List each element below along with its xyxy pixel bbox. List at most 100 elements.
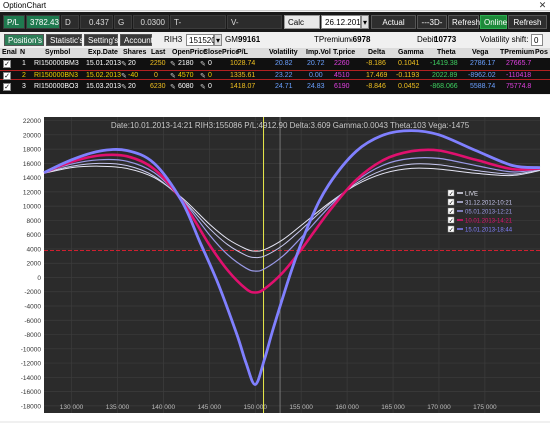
legend-check-icon: ✓ bbox=[449, 201, 454, 207]
actual-price-button[interactable]: Actual Price bbox=[371, 15, 416, 41]
pl-label: P/L bbox=[3, 15, 25, 29]
col-last[interactable]: Last bbox=[151, 49, 165, 56]
edit-icon[interactable]: ✎ bbox=[170, 60, 176, 68]
ticker-price-input[interactable]: 151520 bbox=[186, 34, 216, 46]
tab-account[interactable]: Account bbox=[120, 34, 153, 46]
col-pl[interactable]: P/L bbox=[237, 49, 248, 56]
row-n: 3 bbox=[22, 83, 26, 90]
row-tpremium: -110418 bbox=[506, 72, 532, 79]
col-shares[interactable]: Shares bbox=[123, 49, 146, 56]
calc-date-label: Calc Date: bbox=[284, 15, 320, 41]
row-theta: -1419.38 bbox=[430, 60, 458, 67]
row-last: 6230 bbox=[150, 83, 166, 90]
y-tick-label: 14000 bbox=[23, 175, 41, 182]
col-t-price[interactable]: T.price bbox=[333, 49, 355, 56]
volatility-shift-label: Volatility shift: bbox=[480, 35, 529, 44]
row-tpremium: 75774.8 bbox=[506, 83, 532, 90]
col-n[interactable]: N bbox=[20, 49, 25, 56]
y-tick-label: -8000 bbox=[24, 332, 41, 339]
row-n: 1 bbox=[22, 60, 26, 67]
x-tick-label: 170 000 bbox=[427, 404, 451, 411]
range-button[interactable]: ---3D--- bbox=[417, 15, 447, 41]
col-theta[interactable]: Theta bbox=[437, 49, 456, 56]
calc-date-input[interactable]: 26.12.2012 bbox=[321, 15, 365, 29]
col-symbol[interactable]: Symbol bbox=[45, 49, 70, 56]
row-theta: 2022.89 bbox=[432, 72, 458, 79]
y-tick-label: 2000 bbox=[27, 261, 42, 268]
tpremium-label: TPremium: bbox=[314, 35, 354, 44]
online-toggle[interactable]: Online bbox=[480, 15, 507, 29]
close-icon[interactable]: ✕ bbox=[537, 0, 548, 11]
row-shares: 20 bbox=[128, 60, 136, 67]
row-theta: -868.066 bbox=[430, 83, 458, 90]
window-title: OptionChart bbox=[3, 1, 47, 10]
row-open-price: 6080 bbox=[178, 83, 194, 90]
y-tick-label: 12000 bbox=[23, 189, 41, 196]
debit-value: 10773 bbox=[434, 35, 457, 44]
x-tick-label: 135 000 bbox=[106, 404, 130, 411]
y-tick-label: -4000 bbox=[24, 304, 41, 311]
legend-label: 05.01.2013-12:21 bbox=[465, 210, 513, 216]
edit-icon[interactable]: ✎ bbox=[200, 72, 206, 80]
col-enal[interactable]: Enal bbox=[2, 49, 17, 56]
quotes-toolbar: P/L 3782.43 D 0.437 G 0.0300 T-264.54170… bbox=[0, 12, 550, 41]
row-imp-vol: 20.72 bbox=[307, 60, 325, 67]
row-close-price: 0 bbox=[208, 72, 212, 79]
table-row[interactable]: ✓ 2 RI150000BN3 15.02.2013 ✎ -40 0 ✎ 457… bbox=[0, 70, 550, 80]
tab-settings[interactable]: Setting's bbox=[84, 34, 118, 46]
tab-statistics[interactable]: Statistic's bbox=[46, 34, 84, 46]
legend-check-icon: ✓ bbox=[449, 228, 454, 234]
edit-icon[interactable]: ✎ bbox=[170, 72, 176, 80]
table-row[interactable]: ✓ 1 RI150000BM3 15.01.2013 ✎ 20 2250 ✎ 2… bbox=[0, 59, 550, 69]
col-exp-date[interactable]: Exp.Date bbox=[88, 49, 118, 56]
edit-icon[interactable]: ✎ bbox=[121, 83, 127, 91]
row-last: 2250 bbox=[150, 60, 166, 67]
row-last: 0 bbox=[154, 72, 158, 79]
delta-value: 0.437 bbox=[80, 15, 113, 29]
edit-icon[interactable]: ✎ bbox=[121, 60, 127, 68]
col-gamma[interactable]: Gamma bbox=[398, 49, 424, 56]
col-volatility[interactable]: Volatility bbox=[269, 49, 298, 56]
refresh-iv-button[interactable]: Refresh IV bbox=[508, 15, 547, 41]
col-pos[interactable]: Pos bbox=[535, 49, 548, 56]
refresh-button[interactable]: Refresh bbox=[448, 15, 480, 29]
row-n: 2 bbox=[22, 72, 26, 79]
theta-value: T-264.541705 bbox=[170, 15, 226, 41]
edit-icon[interactable]: ✎ bbox=[200, 83, 206, 91]
row-exp-date: 15.02.2013 bbox=[86, 72, 122, 79]
table-row[interactable]: ✓ 3 RI150000BO3 15.03.2013 ✎ 20 6230 ✎ 6… bbox=[0, 82, 550, 92]
tab-positions[interactable]: Position's bbox=[4, 34, 44, 46]
x-tick-label: 175 000 bbox=[473, 404, 497, 411]
tabs-bar: Position's Statistic's Setting's Account… bbox=[0, 33, 550, 47]
ticker-dropdown-icon[interactable]: ▾ bbox=[214, 34, 222, 46]
payoff-chart-panel: 22000 20000 18000 16000 14000 12000 10000 8000 6… bbox=[0, 95, 550, 421]
legend-check-icon: ✓ bbox=[449, 192, 454, 198]
calc-date-dropdown-icon[interactable]: ▾ bbox=[361, 15, 369, 29]
row-imp-vol: 24.83 bbox=[307, 83, 325, 90]
row-gamma: -0.1193 bbox=[396, 72, 420, 79]
vega-value: V-595.112722 bbox=[227, 15, 282, 41]
col-close-price[interactable]: ClosePrice bbox=[203, 49, 239, 56]
row-enable-checkbox[interactable]: ✓ bbox=[3, 60, 11, 68]
x-tick-label: 130 000 bbox=[60, 404, 84, 411]
legend-check-icon: ✓ bbox=[449, 210, 454, 216]
row-gamma: 0.0452 bbox=[398, 83, 420, 90]
y-tick-label: -2000 bbox=[24, 289, 41, 296]
row-enable-checkbox[interactable]: ✓ bbox=[3, 83, 11, 91]
col-open-price[interactable]: OpenPrice bbox=[172, 49, 207, 56]
row-vega: 2786.17 bbox=[470, 60, 496, 67]
payoff-chart[interactable]: 2200020000180001600014000120001000080006… bbox=[0, 95, 550, 421]
col-delta[interactable]: Delta bbox=[368, 49, 385, 56]
col-vega[interactable]: Vega bbox=[472, 49, 488, 56]
volatility-shift-input[interactable]: 0 bbox=[531, 34, 543, 46]
edit-icon[interactable]: ✎ bbox=[121, 72, 127, 80]
edit-icon[interactable]: ✎ bbox=[170, 83, 176, 91]
col-tpremium[interactable]: TPremium bbox=[500, 49, 534, 56]
col-imp-vol[interactable]: Imp.Vol bbox=[306, 49, 331, 56]
row-volatility: 20.82 bbox=[275, 60, 293, 67]
row-delta: -8.846 bbox=[366, 83, 386, 90]
y-tick-label: 0 bbox=[37, 275, 41, 282]
row-enable-checkbox[interactable]: ✓ bbox=[3, 72, 11, 80]
edit-icon[interactable]: ✎ bbox=[200, 60, 206, 68]
legend-label: 10.01.2013-14:21 bbox=[465, 219, 513, 225]
